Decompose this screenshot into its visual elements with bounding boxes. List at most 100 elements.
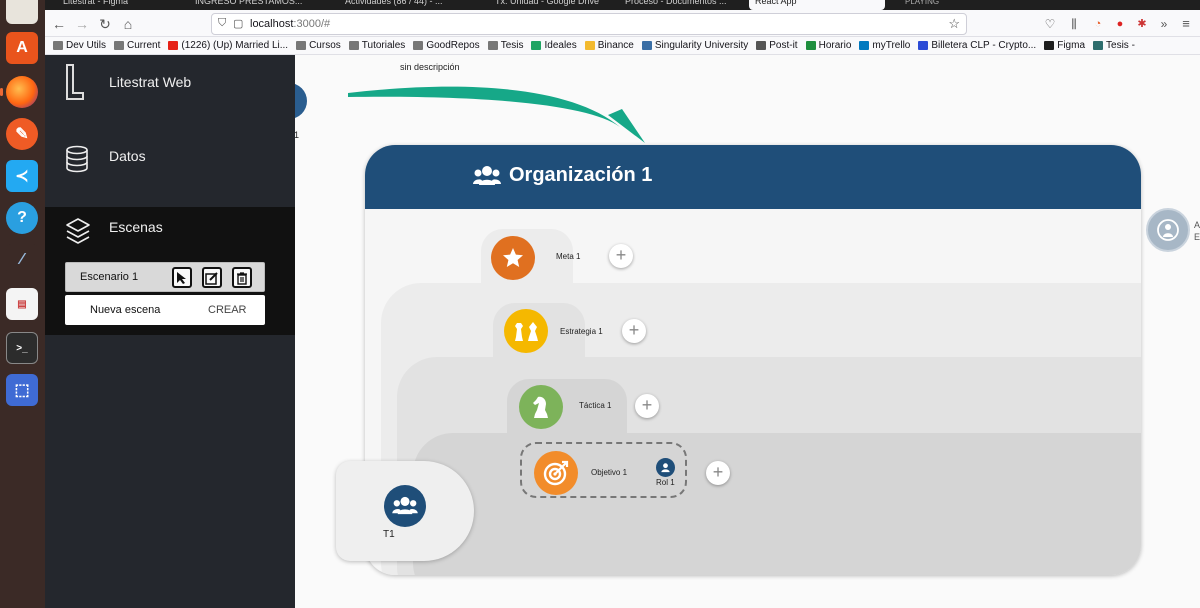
bookmark-star-icon[interactable]: ☆ [948, 16, 960, 32]
escenas-panel: Escenas Escenario 1 Nueva escena CREAR [45, 207, 295, 335]
adblock-icon[interactable]: ● [1111, 15, 1129, 33]
create-scene-button[interactable]: CREAR [208, 304, 247, 316]
bookmark-item[interactable]: Post-it [756, 40, 798, 51]
add-objetivo-button[interactable]: + [706, 461, 730, 485]
select-scenario-button[interactable] [172, 267, 192, 288]
shield-icon[interactable]: ⛉ [218, 17, 226, 30]
help-icon[interactable]: ? [6, 202, 38, 234]
team-badge[interactable] [384, 485, 426, 527]
terminal-icon[interactable]: >_ [6, 332, 38, 364]
bookmark-label: Singularity University [654, 40, 749, 51]
color-picker-icon[interactable]: ⁄ [6, 244, 38, 276]
external-node-badge[interactable] [1146, 208, 1190, 252]
browser-nav-bar: ← → ↻ ⌂ ⛉ ▢ localhost:3000/# ☆ ♡ ⫼ ◔ ● ✱… [45, 10, 1200, 37]
bookmark-item[interactable]: Current [114, 40, 160, 51]
hidden-node-label: 1 [295, 130, 300, 140]
forward-icon[interactable]: → [73, 15, 91, 33]
tab-figma[interactable]: Litestrat - Figma [63, 0, 128, 10]
rol-label: Rol 1 [656, 478, 675, 487]
sidebar-item-escenas[interactable]: Escenas [109, 219, 163, 235]
objetivo-node-badge[interactable] [534, 451, 578, 495]
organization-title: Organización 1 [509, 164, 653, 186]
tactica-node-badge[interactable] [519, 385, 563, 429]
bookmark-item[interactable]: Binance [584, 40, 634, 51]
tab-playing[interactable]: PLAYING [905, 0, 939, 10]
bookmark-label: Cursos [309, 40, 341, 51]
url-text[interactable]: localhost:3000/# [250, 18, 330, 30]
cursor-icon [177, 271, 186, 284]
external-node-text-1: A [1194, 220, 1200, 230]
bookmark-item[interactable]: Tesis [487, 40, 524, 51]
home-icon[interactable]: ⌂ [119, 15, 137, 33]
screenshot-icon[interactable]: ⬚ [6, 374, 38, 406]
bookmark-item[interactable]: Singularity University [641, 40, 749, 51]
organization-card[interactable]: Organización 1 [365, 145, 1141, 575]
url-bar[interactable]: ⛉ ▢ localhost:3000/# ☆ [211, 13, 967, 35]
vscode-icon[interactable]: ≺ [6, 160, 38, 192]
connection-arrow[interactable] [340, 75, 660, 150]
scene-canvas[interactable]: 1 sin descripción Organización 1 Meta 1 … [295, 55, 1200, 608]
pocket-icon[interactable]: ♡ [1041, 15, 1059, 33]
bookmark-item[interactable]: Horario [805, 40, 852, 51]
bookmark-folder-icon [53, 41, 63, 50]
scenario-row[interactable]: Escenario 1 [65, 262, 265, 292]
bookmark-item[interactable]: GoodRepos [413, 40, 480, 51]
edit-icon [205, 271, 218, 285]
back-icon[interactable]: ← [50, 15, 68, 33]
tab-drive[interactable]: Tx. Unidad - Google Drive [495, 0, 599, 10]
sidebar-item-datos[interactable]: Datos [45, 135, 295, 185]
add-tactica-button[interactable]: + [635, 394, 659, 418]
overflow-icon[interactable]: » [1155, 15, 1173, 33]
app-sidebar: Litestrat Web Datos Escenas Escenario 1 [45, 55, 295, 608]
layers-icon [66, 218, 90, 244]
tab-actividades[interactable]: Actividades (86 / 44) - ... [345, 0, 443, 10]
bookmark-folder-icon [859, 41, 870, 50]
bookmark-item[interactable]: Billetera CLP - Crypto... [918, 40, 1036, 51]
software-center-icon[interactable]: A [6, 32, 38, 64]
bookmark-item[interactable]: Cursos [296, 40, 341, 51]
extension-gear-icon[interactable]: ✱ [1133, 15, 1151, 33]
extension-feed-icon[interactable]: ◔ [1089, 15, 1107, 33]
bookmark-item[interactable]: Dev Utils [53, 40, 106, 51]
bookmark-item[interactable]: (1226) (Up) Married Li... [168, 40, 288, 51]
files-icon[interactable] [6, 0, 38, 24]
document-viewer-icon[interactable]: ▤ [6, 288, 38, 320]
app-header[interactable]: Litestrat Web [45, 55, 295, 127]
bookmark-label: Current [127, 40, 161, 51]
firefox-icon[interactable] [6, 76, 38, 108]
rol-badge[interactable] [656, 458, 675, 477]
bookmark-item[interactable]: myTrello [859, 40, 910, 51]
add-meta-button[interactable]: + [609, 244, 633, 268]
bookmark-folder-icon [805, 41, 816, 50]
bookmarks-bar: Dev Utils Current (1226) (Up) Married Li..… [45, 37, 1200, 55]
bookmark-label: Dev Utils [66, 40, 107, 51]
page-icon[interactable]: ▢ [233, 17, 243, 30]
add-estrategia-button[interactable]: + [622, 319, 646, 343]
sidebar-item-label: Datos [109, 148, 146, 164]
bookmark-folder-icon [296, 41, 307, 50]
delete-scenario-button[interactable] [232, 267, 252, 288]
bookmark-label: Tesis [500, 40, 524, 51]
edit-scenario-button[interactable] [202, 267, 222, 288]
bookmark-item[interactable]: Tesis - [1093, 40, 1135, 51]
bookmark-item[interactable]: Tutoriales [348, 40, 405, 51]
bookmark-folder-icon [584, 41, 595, 50]
bookmark-item[interactable]: Figma [1044, 40, 1085, 51]
team-label: T1 [383, 529, 395, 540]
tab-prestamos[interactable]: INGRESO PRESTAMOS... [195, 0, 302, 10]
new-scene-input[interactable]: Nueva escena [90, 304, 160, 316]
bookmark-label: Horario [818, 40, 852, 51]
menu-icon[interactable]: ≡ [1177, 15, 1195, 33]
tab-react-app[interactable]: React App [749, 0, 885, 10]
hidden-node[interactable] [295, 83, 307, 119]
postman-icon[interactable]: ✎ [6, 118, 38, 150]
bookmark-item[interactable]: Ideales [531, 40, 577, 51]
tab-documentos[interactable]: Proceso - Documentos ... [625, 0, 727, 10]
library-icon[interactable]: ⫼ [1065, 15, 1083, 33]
estrategia-node-badge[interactable] [504, 309, 548, 353]
bookmark-folder-icon [918, 41, 929, 50]
bookmark-label: GoodRepos [426, 40, 480, 51]
meta-node-badge[interactable] [491, 236, 535, 280]
reload-icon[interactable]: ↻ [96, 15, 114, 33]
bookmark-label: Tesis - [1106, 40, 1135, 51]
